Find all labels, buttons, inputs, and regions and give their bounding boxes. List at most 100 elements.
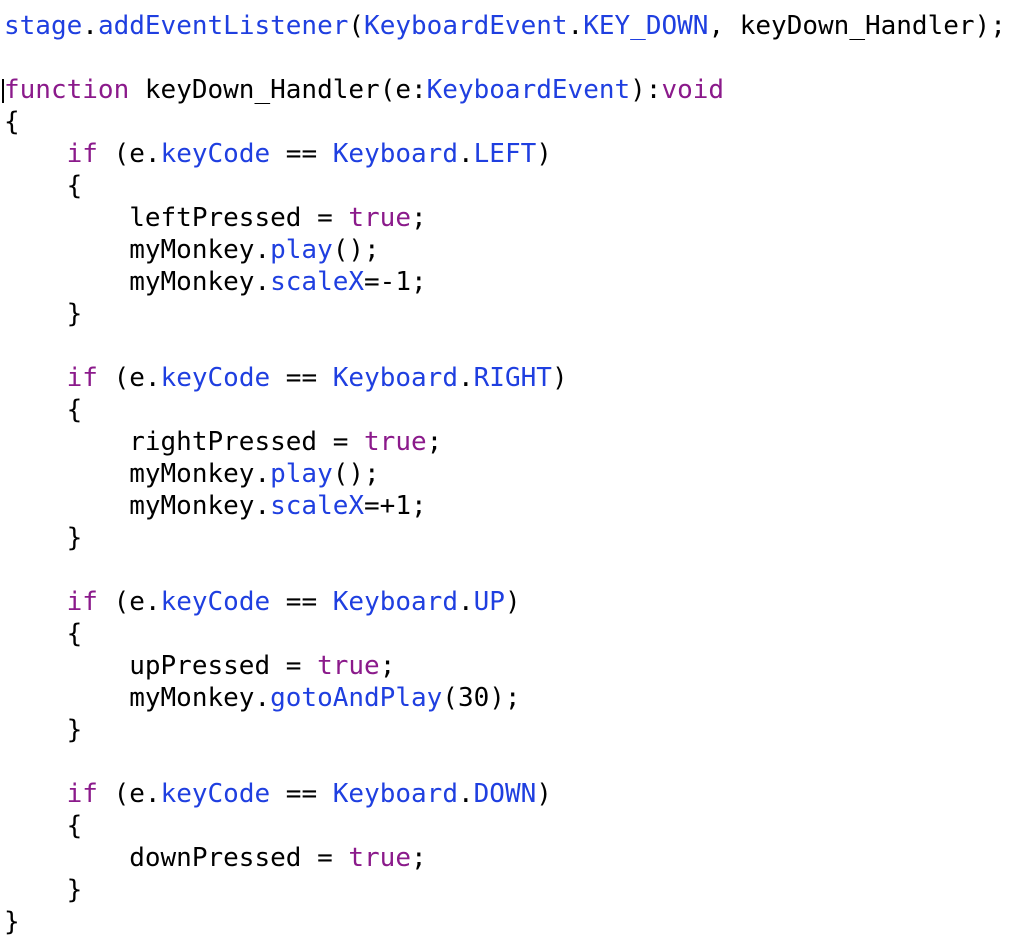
text-token: == xyxy=(270,363,333,393)
api-token: UP xyxy=(473,587,505,617)
text-token: leftPressed = xyxy=(4,203,349,233)
code-line-5[interactable]: if (e.keyCode == Keyboard.LEFT) xyxy=(4,138,1024,170)
text-token: { xyxy=(4,395,83,425)
keyword-token: void xyxy=(661,75,725,105)
text-token: . xyxy=(82,11,98,41)
api-token: keyCode xyxy=(160,779,271,809)
code-line-24[interactable] xyxy=(4,746,1024,778)
code-line-6[interactable]: { xyxy=(4,170,1024,202)
text-token: ) xyxy=(504,587,521,617)
code-line-25[interactable]: if (e.keyCode == Keyboard.DOWN) xyxy=(4,778,1024,810)
api-token: Keyboard xyxy=(332,587,458,617)
text-token: myMonkey. xyxy=(4,683,271,713)
text-token: myMonkey. xyxy=(4,267,271,297)
keyword-token: true xyxy=(317,651,380,681)
text-token: . xyxy=(458,779,474,809)
text-token: } xyxy=(4,715,83,745)
text-token: { xyxy=(4,171,83,201)
code-line-1[interactable]: stage.addEventListener(KeyboardEvent.KEY… xyxy=(4,10,1024,42)
text-token: downPressed = xyxy=(4,843,349,873)
code-line-8[interactable]: myMonkey.play(); xyxy=(4,234,1024,266)
api-token: DOWN xyxy=(473,779,537,809)
api-token: KEY_DOWN xyxy=(583,11,709,41)
code-line-7[interactable]: leftPressed = true; xyxy=(4,202,1024,234)
api-token: gotoAndPlay xyxy=(270,683,443,713)
code-line-23[interactable]: } xyxy=(4,714,1024,746)
text-token: keyDown_Handler(e: xyxy=(129,75,427,105)
text-token: (30); xyxy=(442,683,521,713)
code-editor[interactable]: stage.addEventListener(KeyboardEvent.KEY… xyxy=(2,10,1024,950)
text-token: ) xyxy=(536,139,552,169)
keyword-token: if xyxy=(66,363,98,393)
text-token: ; xyxy=(426,427,443,457)
code-line-28[interactable]: } xyxy=(4,874,1024,906)
api-token: scaleX xyxy=(270,491,365,521)
code-line-16[interactable]: myMonkey.scaleX=+1; xyxy=(4,490,1024,522)
text-token: { xyxy=(4,107,20,137)
text-token: myMonkey. xyxy=(4,235,271,265)
text-token: == xyxy=(270,587,333,617)
api-token: scaleX xyxy=(270,267,365,297)
text-token: ( xyxy=(348,11,365,41)
api-token: Keyboard xyxy=(332,139,458,169)
text-token: ; xyxy=(411,843,427,873)
code-line-14[interactable]: rightPressed = true; xyxy=(4,426,1024,458)
text-token: (e. xyxy=(97,587,161,617)
code-line-22[interactable]: myMonkey.gotoAndPlay(30); xyxy=(4,682,1024,714)
keyword-token: if xyxy=(66,139,98,169)
api-token: RIGHT xyxy=(473,363,552,393)
code-line-15[interactable]: myMonkey.play(); xyxy=(4,458,1024,490)
text-token: (); xyxy=(332,459,380,489)
text-token: =+1; xyxy=(364,491,427,521)
code-line-9[interactable]: myMonkey.scaleX=-1; xyxy=(4,266,1024,298)
code-line-11[interactable] xyxy=(4,330,1024,362)
api-token: play xyxy=(270,459,333,489)
text-token: . xyxy=(567,11,584,41)
code-line-29[interactable]: } xyxy=(4,906,1024,938)
text-token: . xyxy=(458,139,474,169)
api-token: keyCode xyxy=(160,587,271,617)
keyword-token: if xyxy=(66,587,98,617)
code-line-19[interactable]: if (e.keyCode == Keyboard.UP) xyxy=(4,586,1024,618)
code-line-17[interactable]: } xyxy=(4,522,1024,554)
api-token: LEFT xyxy=(473,139,537,169)
code-line-10[interactable]: } xyxy=(4,298,1024,330)
api-token: KeyboardEvent xyxy=(364,11,568,41)
text-token: , keyDown_Handler); xyxy=(708,11,1006,41)
keyword-token: true xyxy=(364,427,427,457)
api-token: addEventListener xyxy=(97,11,349,41)
code-line-27[interactable]: downPressed = true; xyxy=(4,842,1024,874)
keyword-token: true xyxy=(348,843,411,873)
text-token: ): xyxy=(630,75,662,105)
text-token: ) xyxy=(551,363,568,393)
code-line-26[interactable]: { xyxy=(4,810,1024,842)
text-token: (e. xyxy=(97,363,161,393)
text-token: } xyxy=(4,907,20,937)
text-token: ; xyxy=(379,651,396,681)
text-token: myMonkey. xyxy=(4,459,271,489)
api-token: Keyboard xyxy=(332,363,458,393)
text-token: (); xyxy=(332,235,380,265)
code-line-18[interactable] xyxy=(4,554,1024,586)
api-token: play xyxy=(270,235,333,265)
text-token: (e. xyxy=(97,779,161,809)
text-token: { xyxy=(4,811,83,841)
code-line-21[interactable]: upPressed = true; xyxy=(4,650,1024,682)
keyword-token: if xyxy=(66,779,98,809)
code-line-13[interactable]: { xyxy=(4,394,1024,426)
code-line-12[interactable]: if (e.keyCode == Keyboard.RIGHT) xyxy=(4,362,1024,394)
text-token: upPressed = xyxy=(4,651,318,681)
text-token: =-1; xyxy=(364,267,427,297)
code-line-20[interactable]: { xyxy=(4,618,1024,650)
code-line-2[interactable] xyxy=(4,42,1024,74)
code-line-3[interactable]: function keyDown_Handler(e:KeyboardEvent… xyxy=(2,74,1024,106)
text-token: (e. xyxy=(97,139,161,169)
api-token: Keyboard xyxy=(332,779,458,809)
text-token: rightPressed = xyxy=(4,427,365,457)
api-token: stage xyxy=(4,11,83,41)
code-line-4[interactable]: { xyxy=(4,106,1024,138)
